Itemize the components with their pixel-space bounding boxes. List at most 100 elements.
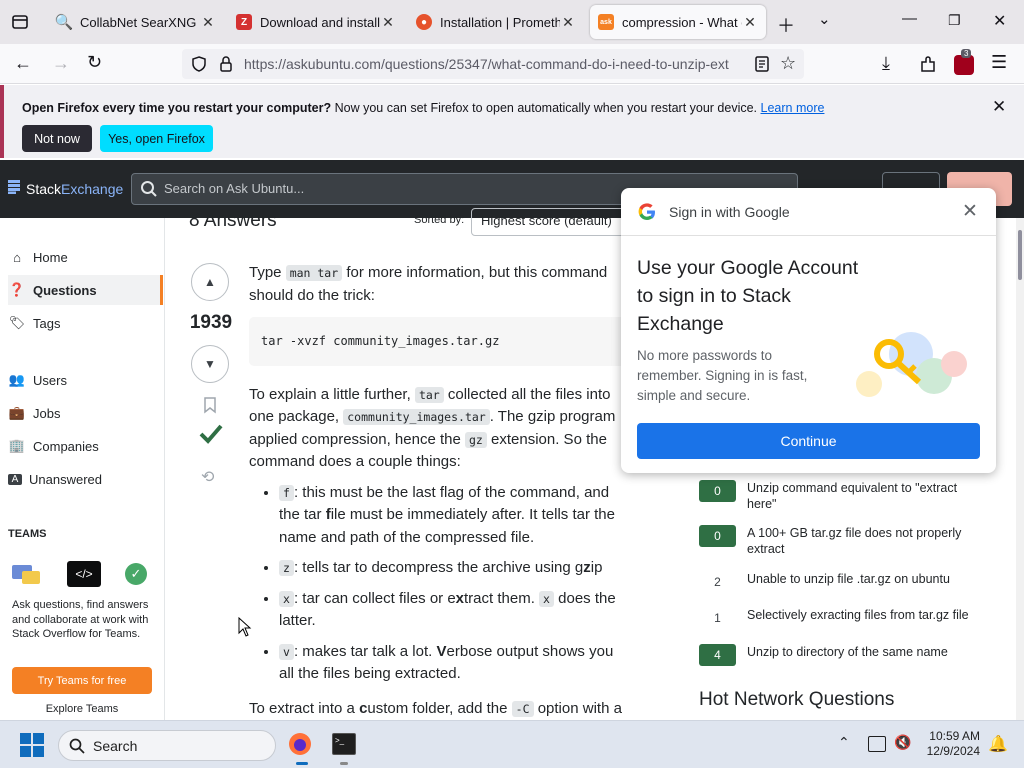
upvote-button[interactable]: ▲	[191, 263, 229, 301]
questions-icon: ❓	[8, 282, 26, 297]
shield-icon[interactable]	[190, 55, 208, 73]
notification-text: Now you can set Firefox to open automati…	[331, 101, 761, 115]
close-window-icon[interactable]: ✕	[993, 11, 1006, 31]
related-question-link[interactable]: Selectively exracting files from tar.gz …	[747, 607, 969, 629]
url-text[interactable]: https://askubuntu.com/questions/25347/wh…	[244, 56, 744, 72]
new-tab-icon[interactable]: ＋	[777, 12, 795, 38]
related-question[interactable]: 0 A 100+ GB tar.gz file does not properl…	[699, 525, 989, 557]
scrollbar-thumb[interactable]	[1018, 230, 1022, 280]
inline-code: v	[279, 643, 294, 660]
terminal-taskbar-icon[interactable]: >_	[332, 733, 356, 755]
ublock-icon[interactable]: 3	[954, 49, 974, 75]
history-icon[interactable]: ⟲	[201, 467, 214, 487]
related-question[interactable]: 1 Selectively exracting files from tar.g…	[699, 607, 989, 629]
network-icon[interactable]	[868, 736, 886, 752]
sort-select[interactable]: Highest score (default)	[471, 208, 631, 236]
maximize-icon[interactable]: ❐	[948, 12, 961, 29]
lock-icon[interactable]	[218, 55, 234, 73]
extensions-icon[interactable]	[918, 55, 938, 75]
nav-companies[interactable]: 🏢 Companies	[8, 431, 163, 461]
nav-tags[interactable]: 🏷 Tags	[8, 308, 163, 338]
close-tab-icon[interactable]: ✕	[560, 14, 576, 31]
text: ip	[590, 559, 603, 576]
tab-prometheus[interactable]: ● Installation | Promethe ✕	[408, 5, 584, 39]
mouse-cursor-icon	[238, 616, 252, 637]
list-item: z: tells tar to decompress the archive u…	[279, 557, 629, 580]
notification-bold: Open Firefox every time you restart your…	[22, 101, 332, 115]
menu-hamburger-icon[interactable]: ☰	[991, 52, 1007, 73]
notification-message: Open Firefox every time you restart your…	[22, 101, 824, 115]
forward-icon[interactable]: →	[52, 53, 70, 74]
prometheus-favicon-icon: ●	[416, 14, 432, 30]
inline-code: man tar	[285, 265, 343, 281]
related-question[interactable]: 0 Unzip command equivalent to "extract h…	[699, 480, 989, 512]
related-question-link[interactable]: Unzip command equivalent to "extract her…	[747, 480, 989, 512]
clock-date: 12/9/2024	[926, 744, 980, 758]
related-question-link[interactable]: Unzip to directory of the same name	[747, 644, 948, 666]
tab-list-chevron-icon[interactable]: ⌄	[818, 10, 831, 28]
text: To extract into a	[249, 699, 360, 717]
close-popup-icon[interactable]: ✕	[962, 200, 978, 223]
tab-searxng[interactable]: 🔍 CollabNet SearXNG ✕	[48, 5, 224, 39]
windows-start-icon[interactable]	[20, 733, 44, 757]
continue-button[interactable]: Continue	[637, 423, 980, 459]
nav-label: Companies	[33, 438, 99, 454]
not-now-button[interactable]: Not now	[22, 125, 92, 152]
close-tab-icon[interactable]: ✕	[742, 14, 758, 31]
bookmark-star-icon[interactable]: ☆	[780, 53, 796, 74]
close-tab-icon[interactable]: ✕	[380, 14, 396, 31]
answer-count-badge: 2	[699, 571, 736, 593]
text: : makes tar talk a lot.	[293, 642, 437, 660]
bookmark-icon[interactable]	[203, 396, 217, 414]
tab-download[interactable]: Z Download and install Z ✕	[228, 5, 404, 39]
downloads-icon[interactable]: ⤓	[882, 53, 890, 74]
inline-code: gz	[464, 431, 487, 448]
bold-letter: z	[583, 559, 591, 576]
reader-view-icon[interactable]	[754, 55, 770, 73]
tab-title: compression - What co	[622, 14, 742, 30]
nav-jobs[interactable]: 💼 Jobs	[8, 398, 163, 428]
extension-badge: 3	[961, 49, 972, 58]
address-bar[interactable]: https://askubuntu.com/questions/25347/wh…	[182, 49, 804, 79]
taskbar-clock[interactable]: 10:59 AM 12/9/2024	[918, 729, 980, 759]
minimize-icon[interactable]: —	[902, 10, 917, 27]
volume-muted-icon[interactable]: 🔇	[894, 734, 911, 751]
taskbar-search[interactable]: Search	[58, 730, 276, 761]
firefox-notification-bar: Open Firefox every time you restart your…	[0, 85, 1024, 158]
nav-users[interactable]: 👥 Users	[8, 365, 163, 395]
learn-more-link[interactable]: Learn more	[761, 101, 825, 115]
downvote-button[interactable]: ▼	[191, 345, 229, 383]
briefcase-icon: 💼	[8, 405, 26, 420]
related-question-link[interactable]: Unable to unzip file .tar.gz on ubuntu	[747, 571, 950, 593]
tray-chevron-icon[interactable]: ⌃	[838, 734, 850, 751]
open-app-indicator	[340, 762, 348, 765]
nav-home[interactable]: ⌂ Home	[8, 242, 163, 272]
related-question-link[interactable]: A 100+ GB tar.gz file does not properly …	[747, 525, 989, 557]
tab-askubuntu[interactable]: ask compression - What co ✕	[590, 5, 766, 39]
bold-letter: V	[436, 642, 447, 660]
hot-network-heading: Hot Network Questions	[699, 689, 895, 710]
google-signin-popup: Sign in with Google ✕ Use your Google Ac…	[621, 188, 996, 473]
answer-count-badge: 4	[699, 644, 736, 666]
stackexchange-logo[interactable]: Stack Exchange	[8, 180, 123, 197]
explore-teams-link[interactable]: Explore Teams	[12, 703, 152, 715]
close-notification-icon[interactable]: ✕	[992, 97, 1006, 117]
related-question[interactable]: 2 Unable to unzip file .tar.gz on ubuntu	[699, 571, 989, 593]
tab-overview-icon[interactable]	[10, 12, 30, 32]
back-icon[interactable]: ←	[14, 53, 32, 74]
inline-code: community_images.tar	[343, 409, 490, 425]
inline-code: x	[279, 590, 294, 607]
notification-bell-icon[interactable]: 🔔	[988, 734, 1008, 754]
nav-questions[interactable]: ❓ Questions	[8, 275, 163, 305]
reload-icon[interactable]: ↻	[87, 52, 102, 73]
nav-label: Questions	[33, 282, 97, 298]
close-tab-icon[interactable]: ✕	[200, 14, 216, 31]
list-item: v: makes tar talk a lot. Verbose output …	[279, 641, 629, 686]
page-scrollbar[interactable]	[1016, 218, 1024, 720]
firefox-taskbar-icon[interactable]	[286, 730, 314, 758]
yes-open-firefox-button[interactable]: Yes, open Firefox	[100, 125, 213, 152]
nav-unanswered[interactable]: A Unanswered	[8, 464, 163, 494]
related-question[interactable]: 4 Unzip to directory of the same name	[699, 644, 989, 666]
try-teams-button[interactable]: Try Teams for free	[12, 667, 152, 694]
teams-chat-icon	[12, 563, 42, 584]
